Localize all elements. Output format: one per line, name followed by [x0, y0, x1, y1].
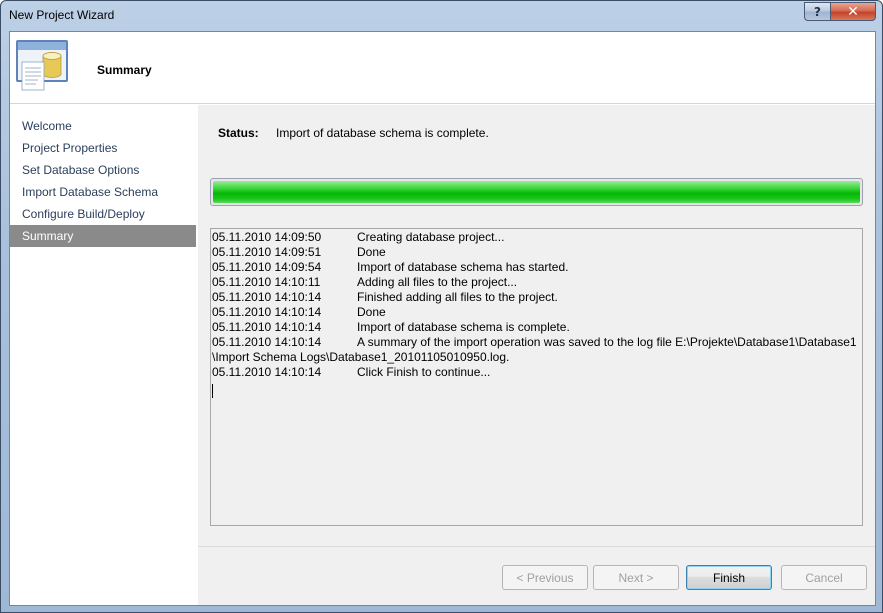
- log-line: 05.11.2010 14:10:11 Adding all files to …: [212, 275, 861, 290]
- log-line: 05.11.2010 14:10:14 Done: [212, 305, 861, 320]
- log-timestamp: 05.11.2010 14:09:50: [212, 230, 322, 244]
- progress-bar: [210, 178, 863, 206]
- step-import-database-schema[interactable]: Import Database Schema: [10, 181, 196, 203]
- log-line: 05.11.2010 14:09:54 Import of database s…: [212, 260, 861, 275]
- wizard-client-area: Summary Welcome Project Properties Set D…: [9, 31, 876, 606]
- log-timestamp: 05.11.2010 14:10:14: [212, 335, 322, 349]
- log-timestamp: 05.11.2010 14:10:14: [212, 365, 322, 379]
- progress-bar-fill: [213, 181, 860, 203]
- log-message: Creating database project...: [357, 230, 505, 244]
- help-button[interactable]: ?: [804, 2, 831, 21]
- log-message: Adding all files to the project...: [357, 275, 518, 289]
- database-wizard-icon: [16, 40, 68, 91]
- cancel-button[interactable]: Cancel: [781, 565, 867, 590]
- finish-button[interactable]: Finish: [686, 565, 772, 590]
- title-buttons: ? ✕: [804, 2, 876, 21]
- log-message: Import of database schema has started.: [357, 260, 569, 274]
- wizard-header: Summary: [10, 32, 875, 104]
- wizard-main-panel: Status: Import of database schema is com…: [198, 105, 875, 605]
- log-timestamp: 05.11.2010 14:10:14: [212, 320, 322, 334]
- step-configure-build-deploy[interactable]: Configure Build/Deploy: [10, 203, 196, 225]
- close-icon: ✕: [847, 3, 859, 20]
- previous-button[interactable]: < Previous: [502, 565, 588, 590]
- log-line: 05.11.2010 14:10:14 A summary of the imp…: [212, 335, 861, 350]
- log-line: 05.11.2010 14:09:50 Creating database pr…: [212, 230, 861, 245]
- log-timestamp: 05.11.2010 14:10:14: [212, 290, 322, 304]
- log-message: Done: [357, 305, 386, 319]
- step-summary[interactable]: Summary: [10, 225, 196, 247]
- log-timestamp: 05.11.2010 14:09:54: [212, 260, 322, 274]
- log-output[interactable]: 05.11.2010 14:09:50 Creating database pr…: [210, 228, 863, 526]
- log-line: 05.11.2010 14:10:14 Finished adding all …: [212, 290, 861, 305]
- log-line: 05.11.2010 14:10:14 Import of database s…: [212, 320, 861, 335]
- status-label: Status:: [218, 126, 259, 140]
- log-line: 05.11.2010 14:10:14 Click Finish to cont…: [212, 365, 861, 380]
- status-row: Status: Import of database schema is com…: [218, 126, 489, 140]
- log-line-continuation: \Import Schema Logs\Database1_2010110501…: [212, 350, 861, 365]
- status-text: Import of database schema is complete.: [276, 126, 489, 140]
- help-icon: ?: [814, 4, 821, 19]
- wizard-window: New Project Wizard ? ✕ Summary Welcome P…: [0, 0, 883, 613]
- log-message: Import of database schema is complete.: [357, 320, 570, 334]
- log-line: 05.11.2010 14:09:51 Done: [212, 245, 861, 260]
- log-timestamp: 05.11.2010 14:09:51: [212, 245, 322, 259]
- text-caret: [212, 384, 213, 398]
- page-title: Summary: [97, 63, 152, 77]
- step-project-properties[interactable]: Project Properties: [10, 137, 196, 159]
- log-message: A summary of the import operation was sa…: [357, 335, 857, 349]
- window-title: New Project Wizard: [9, 8, 115, 22]
- wizard-step-list: Welcome Project Properties Set Database …: [10, 105, 198, 605]
- next-button[interactable]: Next >: [593, 565, 679, 590]
- log-message: Click Finish to continue...: [357, 365, 491, 379]
- step-welcome[interactable]: Welcome: [10, 115, 196, 137]
- log-message: Finished adding all files to the project…: [357, 290, 558, 304]
- log-message: Done: [357, 245, 386, 259]
- close-button[interactable]: ✕: [830, 2, 876, 21]
- log-timestamp: 05.11.2010 14:10:11: [212, 275, 321, 289]
- title-bar[interactable]: New Project Wizard ? ✕: [1, 1, 882, 31]
- log-message: \Import Schema Logs\Database1_2010110501…: [212, 350, 510, 364]
- log-timestamp: 05.11.2010 14:10:14: [212, 305, 322, 319]
- step-set-database-options[interactable]: Set Database Options: [10, 159, 196, 181]
- button-bar: < Previous Next > Finish Cancel: [198, 546, 875, 605]
